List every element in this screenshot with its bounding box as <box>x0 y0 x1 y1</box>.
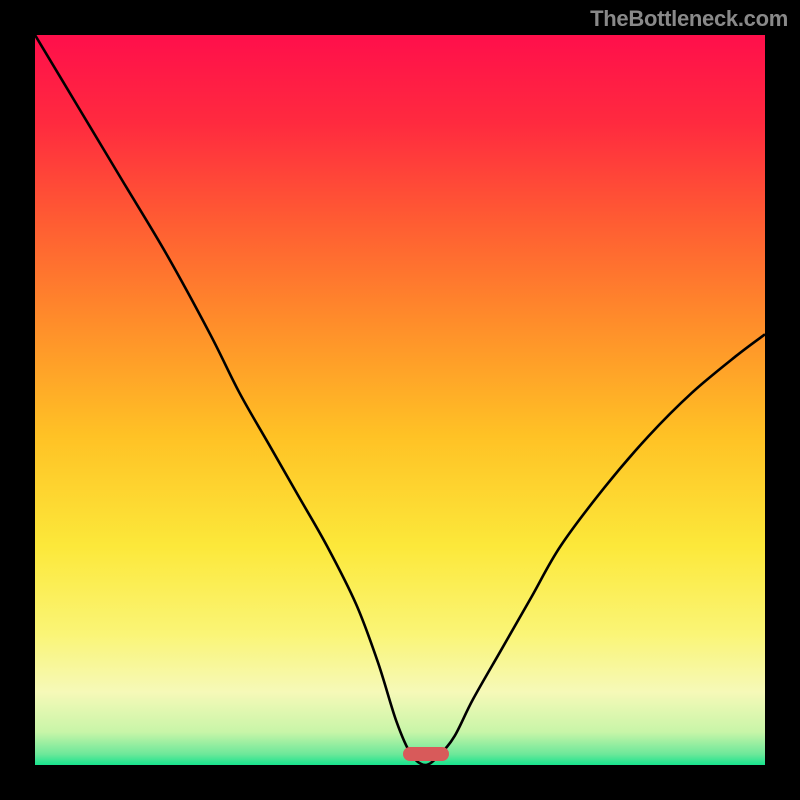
chart-frame: TheBottleneck.com <box>0 0 800 800</box>
plot-area <box>35 35 765 765</box>
watermark-text: TheBottleneck.com <box>590 6 788 32</box>
bottleneck-curve <box>35 35 765 765</box>
optimal-marker <box>403 747 449 761</box>
